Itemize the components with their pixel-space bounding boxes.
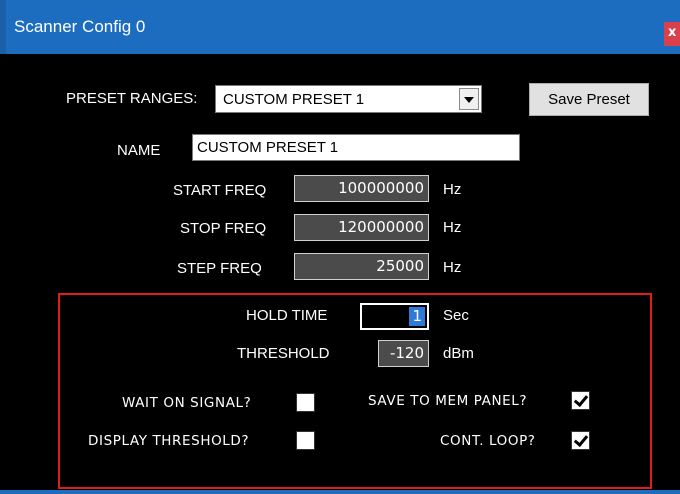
preset-ranges-label: PRESET RANGES: [66,90,198,107]
scan-options-highlight [58,293,652,489]
hold-time-selected-value: 1 [409,307,425,326]
name-label: NAME [117,142,161,159]
hold-time-field[interactable]: 1 [360,303,429,330]
title-bar[interactable]: Scanner Config 0 x [0,0,680,54]
window-title: Scanner Config 0 [14,17,146,36]
threshold-label: THRESHOLD [237,345,330,362]
step-freq-unit: Hz [443,259,462,276]
stop-freq-label: STOP FREQ [180,220,267,237]
chevron-down-icon[interactable] [459,88,479,110]
preset-ranges-dropdown[interactable]: CUSTOM PRESET 1 [215,85,482,113]
start-freq-field[interactable]: 100000000 [294,175,429,202]
threshold-unit: dBm [443,345,474,362]
window-edge [0,0,6,54]
stop-freq-field[interactable]: 120000000 [294,214,429,241]
hold-time-label: HOLD TIME [246,307,328,324]
stop-freq-unit: Hz [443,219,462,236]
hold-time-unit: Sec [443,307,469,324]
name-field[interactable]: CUSTOM PRESET 1 [192,134,520,161]
scanner-config-window: Scanner Config 0 x PRESET RANGES: CUSTOM… [0,0,680,494]
wait-on-signal-checkbox[interactable] [296,393,315,412]
threshold-field[interactable]: -120 [378,340,429,367]
step-freq-label: STEP FREQ [177,260,262,277]
display-threshold-checkbox[interactable] [296,431,315,450]
cont-loop-checkbox[interactable] [571,431,590,450]
window-bottom-border [0,490,680,494]
display-threshold-label: DISPLAY THRESHOLD? [88,433,250,449]
save-preset-button[interactable]: Save Preset [529,83,649,116]
save-to-mem-panel-label: SAVE TO MEM PANEL? [368,393,528,409]
preset-ranges-selected: CUSTOM PRESET 1 [223,91,365,108]
step-freq-field[interactable]: 25000 [294,253,429,280]
save-to-mem-panel-checkbox[interactable] [571,391,590,410]
cont-loop-label: CONT. LOOP? [440,433,536,449]
start-freq-label: START FREQ [173,182,267,199]
wait-on-signal-label: WAIT ON SIGNAL? [122,395,252,411]
start-freq-unit: Hz [443,181,462,198]
close-button[interactable]: x [664,22,680,46]
close-icon: x [668,25,677,40]
